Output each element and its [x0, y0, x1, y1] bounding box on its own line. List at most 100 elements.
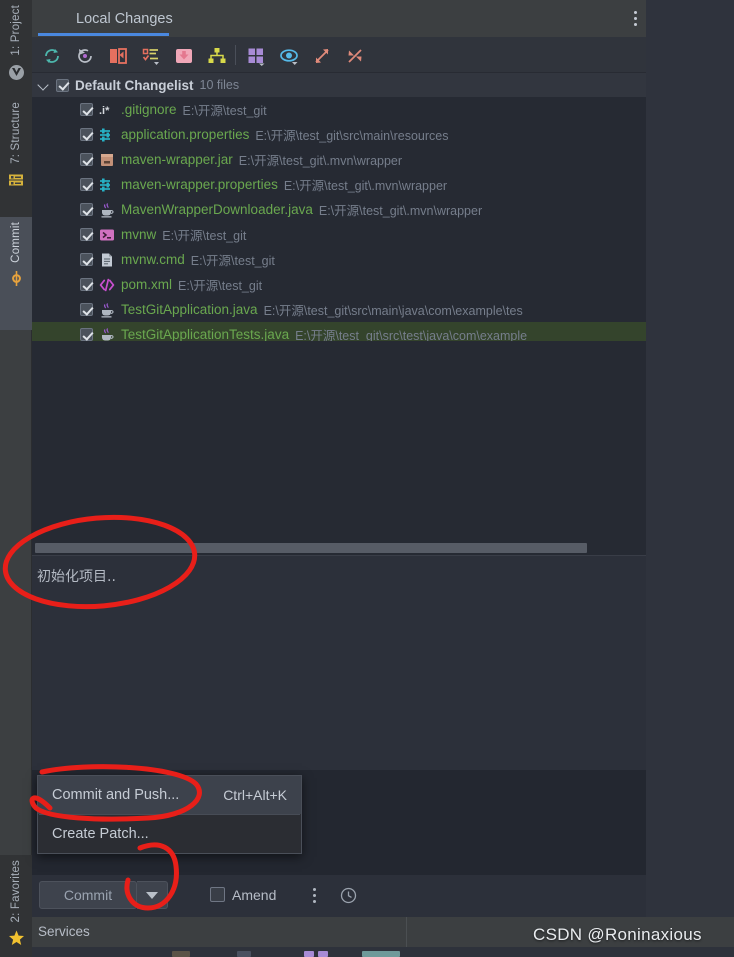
changelist-title: Default Changelist — [75, 77, 194, 93]
kebab-menu-icon[interactable] — [634, 11, 637, 29]
bottom-chip-1 — [172, 951, 190, 957]
tab-active-underline — [38, 33, 169, 36]
amend-checkbox[interactable] — [210, 887, 225, 902]
sidebar-item-commit-label: Commit — [10, 222, 22, 263]
file-row[interactable]: TestGitApplication.java E:\开源\test_git\sr… — [32, 297, 646, 322]
file-path: E:\开源\test_git\src\main\java\com\example… — [263, 304, 523, 318]
file-checkbox[interactable] — [80, 203, 93, 216]
commit-dropdown-button[interactable] — [137, 881, 168, 909]
file-name: pom.xml — [121, 277, 173, 292]
file-name: TestGitApplicationTests.java — [121, 327, 290, 341]
file-list-empty-area — [32, 341, 646, 535]
show-as-tree-icon[interactable] — [246, 46, 266, 66]
file-row[interactable]: maven-wrapper.jar E:\开源\test_git\.mvn\wra… — [32, 147, 646, 172]
file-row[interactable]: application.properties E:\开源\test_git\src… — [32, 122, 646, 147]
file-path: E:\开源\test_git — [190, 254, 275, 268]
clock-icon[interactable] — [340, 887, 357, 904]
file-path: E:\开源\test_git\.mvn\wrapper — [283, 179, 448, 193]
file-path: E:\开源\test_git\src\main\resources — [255, 129, 449, 143]
sidebar-item-favorites[interactable]: 2: Favorites — [0, 855, 32, 957]
commit-icon — [9, 270, 24, 291]
commit-action-bar: Commit Amend — [32, 875, 646, 917]
file-checkbox[interactable] — [80, 328, 93, 341]
refresh-icon[interactable] — [42, 46, 62, 66]
commit-button[interactable]: Commit — [39, 881, 137, 909]
bottom-chip-3 — [304, 951, 314, 957]
menu-item-commit-and-push-label: Commit and Push... — [52, 787, 180, 803]
new-changelist-icon[interactable] — [141, 46, 161, 66]
file-checkbox[interactable] — [80, 103, 93, 116]
rollback-icon[interactable] — [75, 46, 95, 66]
file-path: E:\开源\test_git\.mvn\wrapper — [238, 154, 403, 168]
sidebar-item-structure-label: 7: Structure — [10, 102, 22, 164]
file-path: E:\开源\test_git\src\test\java\com\example — [295, 329, 528, 341]
file-checkbox[interactable] — [80, 153, 93, 166]
file-path: E:\开源\test_git — [178, 279, 263, 293]
commit-options-popup[interactable]: Commit and Push... Ctrl+Alt+K Create Pat… — [37, 775, 302, 854]
horizontal-scrollbar-track[interactable] — [32, 535, 646, 555]
jar-icon — [99, 152, 115, 168]
file-row[interactable]: mvnw.cmd E:\开源\test_git — [32, 247, 646, 272]
group-by-icon[interactable] — [207, 46, 227, 66]
file-checkbox[interactable] — [80, 253, 93, 266]
java-icon — [99, 327, 115, 341]
sidebar-item-favorites-label: 2: Favorites — [10, 860, 22, 923]
file-row[interactable]: maven-wrapper.properties E:\开源\test_git\.… — [32, 172, 646, 197]
tab-local-changes[interactable]: Local Changes — [68, 0, 181, 37]
structure-icon — [8, 172, 24, 193]
kebab-menu-icon[interactable] — [313, 888, 316, 906]
file-checkbox[interactable] — [80, 303, 93, 316]
sidebar-item-project[interactable]: 1: Project — [0, 0, 32, 97]
left-tool-rail: 1: Project 7: Structure Commit 2: Favori… — [0, 0, 32, 957]
file-icon — [99, 252, 115, 268]
commit-button-label: Commit — [63, 887, 113, 903]
file-name: MavenWrapperDownloader.java — [121, 202, 313, 217]
file-path: E:\开源\test_git\.mvn\wrapper — [318, 204, 483, 218]
commit-message-area[interactable]: 初始化项目.. — [32, 555, 646, 770]
status-bar-services-label[interactable]: Services — [38, 924, 90, 939]
preview-diff-icon[interactable] — [279, 46, 299, 66]
file-checkbox[interactable] — [80, 178, 93, 191]
bottom-chip-2 — [237, 951, 251, 957]
changelist-file-count: 10 files — [199, 78, 240, 92]
file-checkbox[interactable] — [80, 278, 93, 291]
intellij-commit-window: 1: Project 7: Structure Commit 2: Favori… — [0, 0, 734, 957]
chevron-down-icon[interactable] — [38, 79, 50, 91]
file-row[interactable]: .i* .gitignore E:\开源\test_git — [32, 97, 646, 122]
file-name: .gitignore — [121, 102, 177, 117]
menu-item-commit-and-push[interactable]: Commit and Push... Ctrl+Alt+K — [38, 776, 301, 814]
commit-message-text[interactable]: 初始化项目.. — [37, 566, 116, 586]
file-path: E:\开源\test_git — [182, 104, 267, 118]
header-right-filler — [646, 0, 734, 37]
file-name: mvnw — [121, 227, 157, 242]
file-name: maven-wrapper.jar — [121, 152, 233, 167]
menu-item-create-patch[interactable]: Create Patch... — [38, 815, 301, 853]
changelist-header[interactable]: Default Changelist 10 files — [32, 73, 646, 97]
expand-all-icon[interactable] — [312, 46, 332, 66]
changelist-checkbox[interactable] — [56, 78, 69, 92]
horizontal-scrollbar-thumb[interactable] — [35, 543, 587, 553]
properties-icon — [99, 177, 115, 193]
show-diff-icon[interactable] — [108, 46, 128, 66]
menu-item-commit-and-push-shortcut: Ctrl+Alt+K — [223, 787, 287, 803]
collapse-all-icon[interactable] — [345, 46, 365, 66]
move-to-changelist-icon[interactable] — [174, 46, 194, 66]
bottom-chip-5 — [362, 951, 400, 957]
file-row[interactable]: TestGitApplicationTests.java E:\开源\test_g… — [32, 322, 646, 341]
svg-text:.i*: .i* — [99, 105, 110, 117]
file-row[interactable]: pom.xml E:\开源\test_git — [32, 272, 646, 297]
file-name: mvnw.cmd — [121, 252, 185, 267]
file-checkbox[interactable] — [80, 228, 93, 241]
bottom-toolbar-strip — [32, 947, 734, 957]
file-name: TestGitApplication.java — [121, 302, 258, 317]
java-icon — [99, 302, 115, 318]
shell-icon — [99, 227, 115, 243]
changed-files-list[interactable]: .i* .gitignore E:\开源\test_git application.p… — [32, 97, 646, 341]
file-row[interactable]: MavenWrapperDownloader.java E:\开源\test_gi… — [32, 197, 646, 222]
right-side-panel — [646, 37, 734, 917]
file-row[interactable]: mvnw E:\开源\test_git — [32, 222, 646, 247]
sidebar-item-commit[interactable]: Commit — [0, 217, 32, 330]
project-icon — [8, 64, 25, 86]
sidebar-item-structure[interactable]: 7: Structure — [0, 97, 32, 217]
file-checkbox[interactable] — [80, 128, 93, 141]
